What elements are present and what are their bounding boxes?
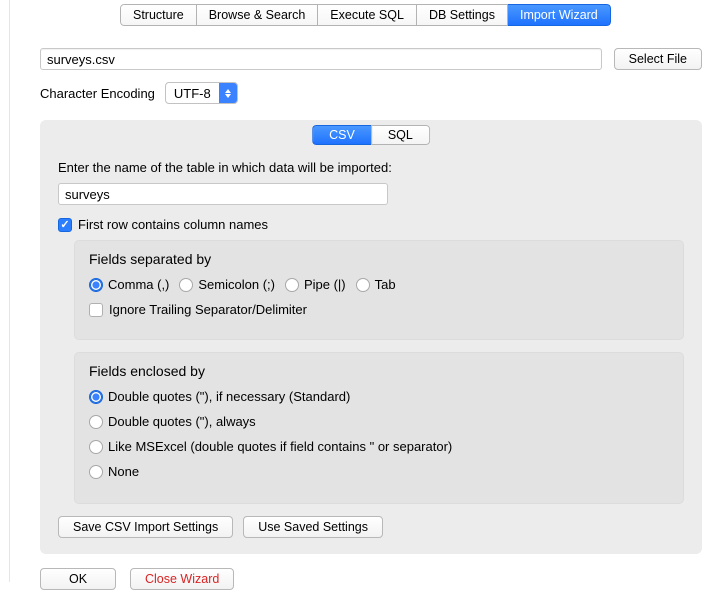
separator-panel: Fields separated by Comma (,) Semicolon … [74, 240, 684, 340]
tab-browse-search[interactable]: Browse & Search [197, 4, 319, 26]
ignore-trailing-row: Ignore Trailing Separator/Delimiter [89, 302, 669, 317]
ignore-trailing-label: Ignore Trailing Separator/Delimiter [109, 302, 307, 317]
tab-import-wizard[interactable]: Import Wizard [508, 4, 611, 26]
use-saved-settings-button[interactable]: Use Saved Settings [243, 516, 383, 538]
footer-buttons: OK Close Wizard [40, 568, 702, 590]
table-name-prompt: Enter the name of the table in which dat… [58, 160, 684, 175]
radio-icon [356, 278, 370, 292]
tab-db-settings[interactable]: DB Settings [417, 4, 508, 26]
separator-title: Fields separated by [89, 251, 669, 267]
radio-icon [89, 278, 103, 292]
separator-comma[interactable]: Comma (,) [89, 277, 169, 292]
encoding-select[interactable]: UTF-8 [165, 82, 238, 104]
first-row-check-row: ✓ First row contains column names [58, 217, 684, 232]
separator-pipe-label: Pipe (|) [304, 277, 346, 292]
settings-buttons: Save CSV Import Settings Use Saved Setti… [58, 516, 684, 538]
encoding-label: Character Encoding [40, 86, 155, 101]
encoding-value: UTF-8 [166, 86, 219, 101]
enclosure-title: Fields enclosed by [89, 363, 669, 379]
enclosure-options: Double quotes ("), if necessary (Standar… [89, 389, 669, 479]
enclosure-panel: Fields enclosed by Double quotes ("), if… [74, 352, 684, 504]
save-csv-settings-button[interactable]: Save CSV Import Settings [58, 516, 233, 538]
close-wizard-button[interactable]: Close Wizard [130, 568, 234, 590]
first-row-checkbox[interactable]: ✓ [58, 218, 72, 232]
file-row: Select File [40, 48, 702, 70]
radio-icon [89, 415, 103, 429]
separator-comma-label: Comma (,) [108, 277, 169, 292]
separator-semicolon[interactable]: Semicolon (;) [179, 277, 275, 292]
ignore-trailing-checkbox[interactable] [89, 303, 103, 317]
enclosure-always-label: Double quotes ("), always [108, 414, 256, 429]
file-path-input[interactable] [40, 48, 602, 70]
separator-tab-label: Tab [375, 277, 396, 292]
enclosure-standard[interactable]: Double quotes ("), if necessary (Standar… [89, 389, 669, 404]
radio-icon [285, 278, 299, 292]
first-row-label: First row contains column names [78, 217, 268, 232]
enclosure-always[interactable]: Double quotes ("), always [89, 414, 669, 429]
radio-icon [89, 440, 103, 454]
table-name-input[interactable] [58, 183, 388, 205]
enclosure-msexcel-label: Like MSExcel (double quotes if field con… [108, 439, 452, 454]
ok-button[interactable]: OK [40, 568, 116, 590]
separator-semicolon-label: Semicolon (;) [198, 277, 275, 292]
enclosure-none-label: None [108, 464, 139, 479]
dropdown-arrows-icon [219, 83, 237, 103]
format-tab-csv[interactable]: CSV [312, 125, 371, 145]
enclosure-standard-label: Double quotes ("), if necessary (Standar… [108, 389, 350, 404]
separator-tab[interactable]: Tab [356, 277, 396, 292]
select-file-button[interactable]: Select File [614, 48, 702, 70]
encoding-row: Character Encoding UTF-8 [40, 82, 702, 104]
enclosure-msexcel[interactable]: Like MSExcel (double quotes if field con… [89, 439, 669, 454]
radio-icon [89, 390, 103, 404]
format-tabs: CSV SQL [312, 125, 430, 145]
format-tab-sql[interactable]: SQL [371, 125, 430, 145]
left-gutter [0, 0, 10, 582]
import-wizard-content: Select File Character Encoding UTF-8 CSV… [10, 28, 722, 610]
radio-icon [179, 278, 193, 292]
tab-execute-sql[interactable]: Execute SQL [318, 4, 417, 26]
separator-options: Comma (,) Semicolon (;) Pipe (|) Tab [89, 277, 669, 292]
separator-pipe[interactable]: Pipe (|) [285, 277, 346, 292]
enclosure-none[interactable]: None [89, 464, 669, 479]
main-tabbar: Structure Browse & Search Execute SQL DB… [120, 4, 611, 26]
import-options-panel: CSV SQL Enter the name of the table in w… [40, 120, 702, 554]
tab-structure[interactable]: Structure [120, 4, 197, 26]
radio-icon [89, 465, 103, 479]
